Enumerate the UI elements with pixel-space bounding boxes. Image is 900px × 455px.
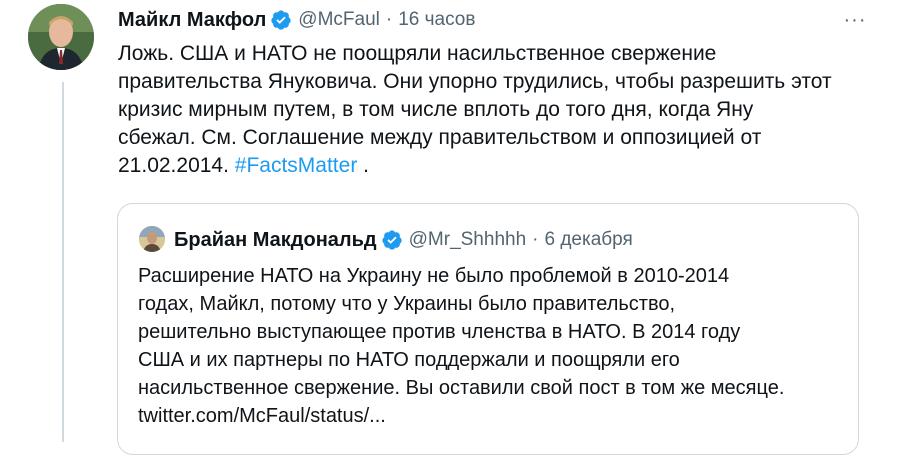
quoted-text-line: решительно выступающее против членства в…	[138, 321, 741, 343]
tweet-text: Ложь. США и НАТО не поощряли насильствен…	[118, 40, 858, 180]
hashtag-link[interactable]: #FactsMatter	[235, 154, 358, 177]
author-avatar[interactable]	[28, 4, 94, 70]
more-options-icon[interactable]: ···	[838, 8, 872, 32]
author-handle[interactable]: @McFaul	[298, 9, 380, 31]
quoted-status-link: twitter.com/McFaul/status/...	[138, 405, 386, 427]
quoted-tweet-header: Брайан Макдональд @Mr_Shhhhh · 6 декабря	[174, 226, 633, 254]
tweet-text-line: кризис мирным путем, в том числе вплоть …	[118, 98, 754, 121]
verified-badge-icon	[270, 9, 292, 31]
quoted-tweet-text: Расширение НАТО на Украину не было пробл…	[138, 262, 838, 430]
tweet-header: Майкл Макфол @McFaul · 16 часов	[118, 6, 475, 34]
thread-line	[62, 82, 64, 442]
quoted-tweet-timestamp: 6 декабря	[544, 229, 633, 250]
avatar-photo	[28, 4, 94, 70]
quoted-tweet-card[interactable]: Брайан Макдональд @Mr_Shhhhh · 6 декабря…	[117, 203, 859, 455]
quoted-text-line: годах, Майкл, потому что у Украины было …	[138, 293, 676, 315]
separator-dot: ·	[385, 9, 393, 30]
quoted-avatar-photo	[139, 226, 165, 252]
tweet-text-line: Ложь. США и НАТО не поощряли насильствен…	[118, 42, 717, 65]
quoted-author-name: Брайан Макдональд	[174, 228, 377, 251]
quoted-text-line: Расширение НАТО на Украину не было пробл…	[138, 265, 730, 287]
quoted-author-handle: @Mr_Shhhhh	[408, 229, 527, 250]
tweet-text-line: сбежал. См. Соглашение между правительст…	[118, 126, 762, 149]
quoted-author-avatar	[139, 226, 165, 252]
tweet-text-line: правительства Януковича. Они упорно труд…	[118, 70, 832, 93]
quoted-text-line: США и их партнеры по НАТО поддержали и п…	[138, 349, 680, 371]
quoted-verified-badge-icon	[381, 229, 403, 251]
tweet-text-end: .	[357, 154, 369, 177]
tweet-text-date: 21.02.2014.	[118, 154, 235, 177]
tweet-timestamp[interactable]: 16 часов	[398, 9, 475, 31]
quoted-text-line: насильственное свержение. Вы оставили св…	[138, 377, 785, 399]
quoted-separator-dot: ·	[532, 229, 539, 250]
author-name[interactable]: Майкл Макфол	[118, 9, 266, 32]
